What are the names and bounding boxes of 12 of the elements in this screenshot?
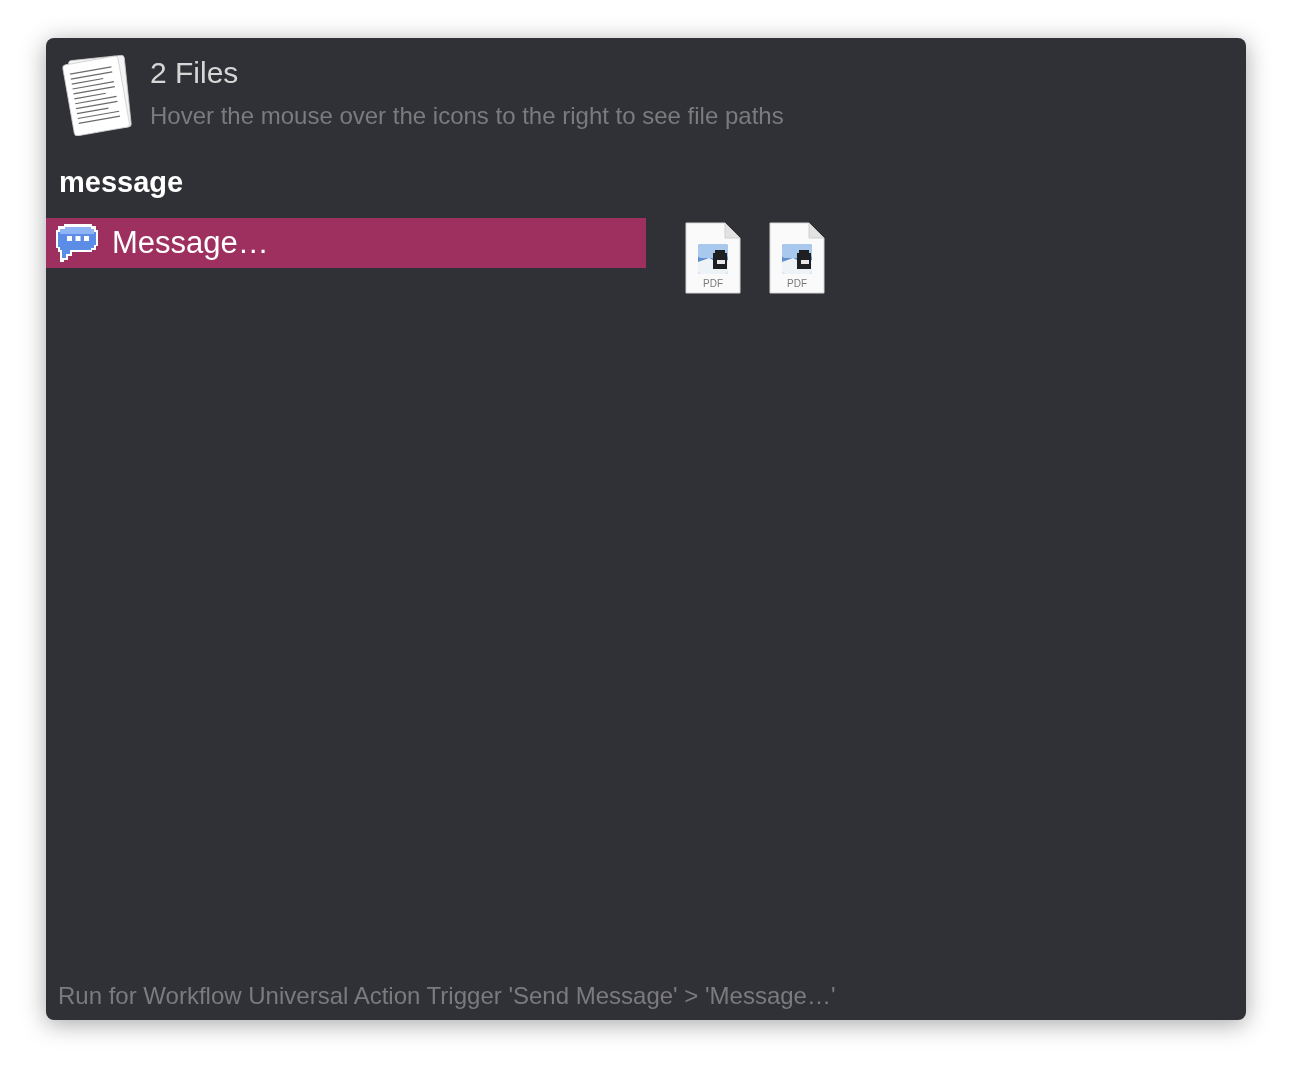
speech-bubble-icon xyxy=(56,222,100,264)
footer-status: Run for Workflow Universal Action Trigger 'Send Message' > 'Message…' xyxy=(58,982,836,1010)
result-label: Message… xyxy=(112,225,269,261)
pdf-document-icon[interactable] xyxy=(685,222,741,294)
file-type-label: PDF xyxy=(702,278,724,290)
document-stack-icon xyxy=(62,54,134,136)
header-title: 2 Files xyxy=(150,55,240,91)
result-row[interactable]: Message… xyxy=(46,218,646,268)
search-query[interactable]: message xyxy=(59,164,184,200)
file-type-label: PDF xyxy=(786,278,808,290)
header-subtitle: Hover the mouse over the icons to the right to see file paths xyxy=(150,101,784,131)
pdf-document-icon[interactable] xyxy=(769,222,825,294)
